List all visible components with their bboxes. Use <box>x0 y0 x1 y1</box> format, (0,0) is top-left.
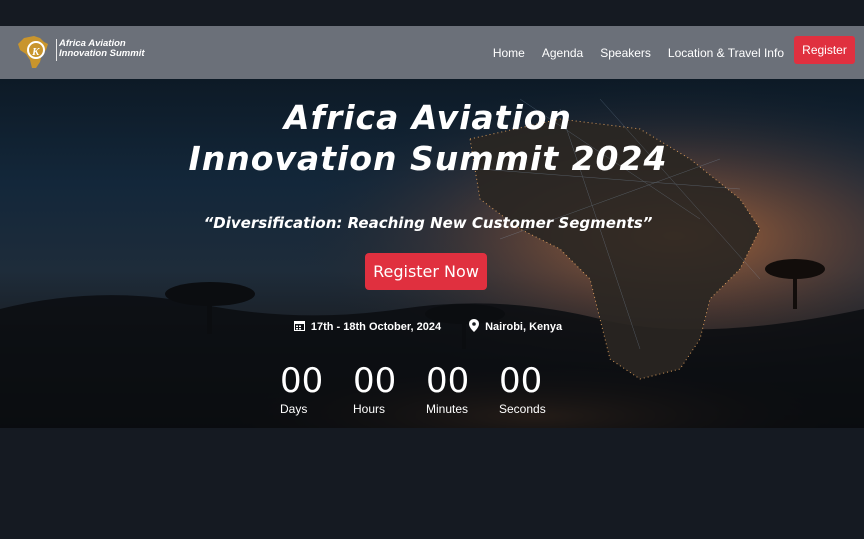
countdown-days-value: 00 <box>280 361 324 401</box>
countdown-days: 00 Days <box>280 363 353 416</box>
nav-links: Home Agenda Speakers Location & Travel I… <box>493 26 784 79</box>
svg-text:K: K <box>31 46 40 58</box>
countdown: 00 Days 00 Hours 00 Minutes 00 Seconds <box>280 363 572 416</box>
event-location: Nairobi, Kenya <box>469 319 562 335</box>
event-date-text: 17th - 18th October, 2024 <box>310 321 442 333</box>
nav-link-home[interactable]: Home <box>493 46 525 60</box>
logo-text: Africa Aviation Innovation Summit <box>59 39 145 59</box>
countdown-minutes: 00 Minutes <box>426 363 499 416</box>
countdown-hours-label: Hours <box>353 402 386 416</box>
nav-link-agenda[interactable]: Agenda <box>542 46 583 60</box>
calendar-icon <box>293 320 305 334</box>
logo-separator <box>56 39 57 61</box>
logo-africa-icon[interactable]: K <box>14 32 54 72</box>
countdown-minutes-label: Minutes <box>426 402 469 416</box>
event-info-row: 17th - 18th October, 2024 Nairobi, Kenya <box>0 319 856 335</box>
hero-title-line1: Africa Aviation <box>284 98 572 137</box>
countdown-days-label: Days <box>280 402 308 416</box>
hero-subtitle: “Diversification: Reaching New Customer … <box>203 214 653 232</box>
nav-link-speakers[interactable]: Speakers <box>600 46 651 60</box>
hero-title-line2: Innovation Summit 2024 <box>188 139 668 178</box>
register-now-button[interactable]: Register Now <box>365 253 487 290</box>
countdown-minutes-value: 00 <box>426 361 470 401</box>
nav-link-location-travel[interactable]: Location & Travel Info <box>668 46 784 60</box>
countdown-seconds-label: Seconds <box>499 402 546 416</box>
countdown-seconds-value: 00 <box>499 361 543 401</box>
event-location-text: Nairobi, Kenya <box>485 321 563 333</box>
hero-section: Africa Aviation Innovation Summit 2024 “… <box>0 79 864 428</box>
countdown-hours-value: 00 <box>353 361 397 401</box>
countdown-hours: 00 Hours <box>353 363 426 416</box>
navbar: K Africa Aviation Innovation Summit Home… <box>0 26 864 79</box>
top-strip <box>0 0 864 26</box>
countdown-seconds: 00 Seconds <box>499 363 572 416</box>
logo-line2: Innovation Summit <box>59 48 145 59</box>
nav-register-button[interactable]: Register <box>794 36 855 64</box>
map-pin-icon <box>469 319 480 335</box>
event-date: 17th - 18th October, 2024 <box>293 319 442 335</box>
